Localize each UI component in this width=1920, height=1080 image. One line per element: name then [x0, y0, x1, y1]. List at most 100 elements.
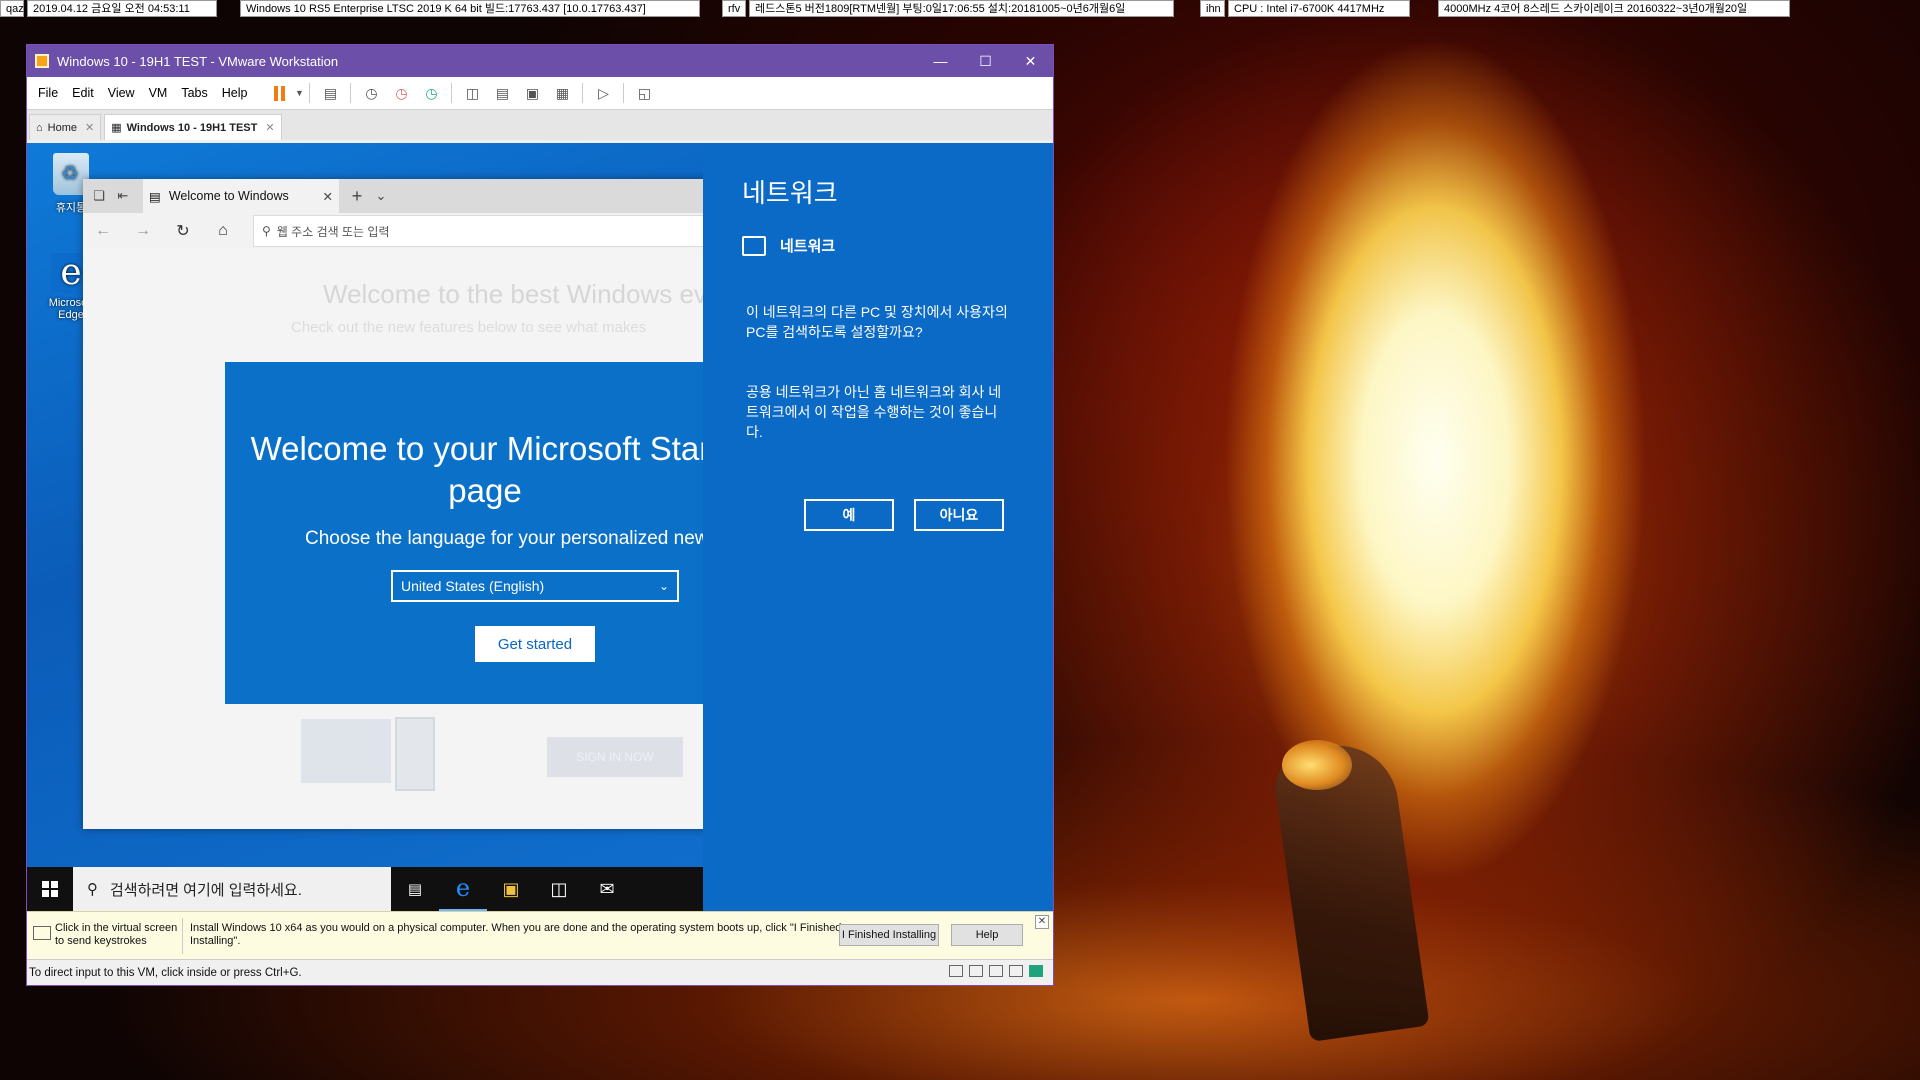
- hint-click-text: Click in the virtual screen to send keys…: [55, 922, 178, 947]
- task-view-icon[interactable]: ▤: [391, 867, 439, 911]
- tab-vm[interactable]: ▦ Windows 10 - 19H1 TEST ✕: [104, 114, 282, 140]
- vmware-window: Windows 10 - 19H1 TEST - VMware Workstat…: [27, 45, 1053, 985]
- welcome-title: Welcome to your Microsoft Start page: [250, 430, 720, 509]
- no-button[interactable]: 아니요: [914, 499, 1004, 531]
- menu-view[interactable]: View: [101, 86, 142, 100]
- tab-preview-chevron-icon[interactable]: ⌄: [369, 188, 393, 204]
- network-adapter-icon[interactable]: [969, 965, 983, 977]
- address-bar[interactable]: ⚲ 웹 주소 검색 또는 입력: [253, 215, 743, 247]
- vm-guest-screen[interactable]: 휴지통 e Microsoft Edge ❏ ⇤ ▤ Welcome to Wi…: [27, 143, 1053, 911]
- menu-edit[interactable]: Edit: [65, 86, 101, 100]
- edge-taskbar-icon[interactable]: e: [439, 867, 487, 911]
- file-explorer-icon[interactable]: ▣: [487, 867, 535, 911]
- tab-home-label: Home: [47, 121, 77, 134]
- menu-vm[interactable]: VM: [142, 86, 175, 100]
- hint-divider: [182, 918, 183, 954]
- install-info-readout: 레드스톤5 버전1809[RTM넨월] 부팅:0일17:06:55 설치:201…: [749, 0, 1174, 17]
- help-button[interactable]: Help: [951, 924, 1023, 946]
- set-aside-tabs-icon[interactable]: ❏: [87, 188, 111, 204]
- edge-tab-title: Welcome to Windows: [168, 189, 289, 203]
- network-panel-title: 네트워크: [742, 178, 838, 208]
- phone-illustration: [395, 717, 435, 791]
- home-icon[interactable]: ⌂: [203, 222, 243, 240]
- status-bar: To direct input to this VM, click inside…: [27, 959, 1053, 985]
- cpu-readout: CPU : Intel i7-6700K 4417MHz: [1228, 0, 1410, 17]
- power-dropdown-icon[interactable]: ▼: [294, 83, 304, 103]
- console-view-icon[interactable]: ▷: [593, 83, 613, 103]
- keyboard-icon: [33, 926, 51, 940]
- desktop-icon-label: 휴지통: [55, 202, 87, 214]
- close-hint-icon[interactable]: ✕: [1035, 915, 1049, 929]
- snapshot-icon[interactable]: ◷: [361, 83, 381, 103]
- home-icon: ⌂: [36, 121, 43, 134]
- taskbar-search-box[interactable]: ⚲ 검색하려면 여기에 입력하세요.: [73, 867, 391, 911]
- install-tag: rfv: [722, 0, 746, 17]
- sign-in-button[interactable]: SIGN IN NOW: [547, 737, 683, 777]
- unity-icon[interactable]: ▦: [552, 83, 572, 103]
- pause-icon[interactable]: [269, 83, 289, 103]
- candle-ember: [1282, 740, 1352, 790]
- menu-file[interactable]: File: [31, 86, 65, 100]
- show-library-icon[interactable]: ◫: [462, 83, 482, 103]
- welcome-dialog: Welcome to your Microsoft Start page Cho…: [225, 362, 743, 704]
- mail-icon[interactable]: ✉: [583, 867, 631, 911]
- ethernet-icon: [742, 235, 766, 256]
- printer-icon[interactable]: [989, 965, 1003, 977]
- hard-disk-icon[interactable]: [949, 965, 963, 977]
- tab-vm-close-icon[interactable]: ✕: [265, 121, 274, 134]
- edge-browser-window: ❏ ⇤ ▤ Welcome to Windows ✕ + ⌄ ← → ↻ ⌂ ⚲…: [83, 179, 743, 829]
- laptop-illustration: [301, 719, 391, 783]
- store-icon[interactable]: ◫: [535, 867, 583, 911]
- tabs-aside-icon[interactable]: ⇤: [111, 188, 135, 204]
- message-log-icon[interactable]: [1029, 965, 1043, 977]
- search-icon: ⚲: [262, 224, 271, 238]
- edge-page-content: Welcome to the best Windows ever Check o…: [83, 249, 743, 829]
- tab-home-close-icon[interactable]: ✕: [85, 121, 94, 134]
- chevron-down-icon: ⌄: [658, 579, 669, 593]
- menu-tabs[interactable]: Tabs: [174, 86, 214, 100]
- edge-tab-bar: ❏ ⇤ ▤ Welcome to Windows ✕ + ⌄: [83, 179, 743, 213]
- forward-icon[interactable]: →: [123, 222, 163, 240]
- install-hint-bar: Click in the virtual screen to send keys…: [27, 911, 1053, 960]
- tab-home[interactable]: ⌂ Home ✕: [29, 114, 102, 140]
- status-text: To direct input to this VM, click inside…: [29, 966, 302, 979]
- revert-snapshot-icon[interactable]: ◷: [391, 83, 411, 103]
- thumbnail-bar-icon[interactable]: ▤: [492, 83, 512, 103]
- back-icon[interactable]: ←: [83, 222, 123, 240]
- os-build-readout: Windows 10 RS5 Enterprise LTSC 2019 K 64…: [240, 0, 700, 17]
- discovery-question: 이 네트워크의 다른 PC 및 장치에서 사용자의 PC를 검색하도록 설정할까…: [746, 304, 1008, 340]
- minimize-button[interactable]: —: [918, 45, 963, 77]
- address-placeholder: 웹 주소 검색 또는 입력: [276, 224, 390, 239]
- sound-icon[interactable]: [1009, 965, 1023, 977]
- faded-subheading: Check out the new features below to see …: [291, 319, 647, 336]
- discovery-advice: 공용 네트워크가 아닌 홈 네트워크와 회사 네트워크에서 이 작업을 수행하는…: [746, 384, 1002, 440]
- taskbar-search-placeholder: 검색하려면 여기에 입력하세요.: [110, 881, 302, 899]
- stretch-guest-icon[interactable]: ◱: [634, 83, 654, 103]
- window-title: Windows 10 - 19H1 TEST - VMware Workstat…: [57, 53, 339, 69]
- vm-tab-strip: ⌂ Home ✕ ▦ Windows 10 - 19H1 TEST ✕: [27, 109, 1053, 140]
- search-icon: ⚲: [87, 881, 98, 898]
- yes-button[interactable]: 예: [804, 499, 894, 531]
- language-select[interactable]: United States (English) ⌄: [391, 570, 679, 602]
- edge-tab-close-icon[interactable]: ✕: [323, 189, 333, 204]
- close-button[interactable]: ✕: [1008, 45, 1053, 77]
- finished-installing-button[interactable]: I Finished Installing: [839, 924, 939, 946]
- hint-install-text: Install Windows 10 x64 as you would on a…: [190, 922, 842, 947]
- new-tab-icon[interactable]: +: [345, 186, 369, 207]
- get-started-button[interactable]: Get started: [475, 626, 595, 662]
- snapshot-manager-icon[interactable]: ◷: [421, 83, 441, 103]
- vmware-titlebar[interactable]: Windows 10 - 19H1 TEST - VMware Workstat…: [27, 45, 1053, 77]
- tab-vm-label: Windows 10 - 19H1 TEST: [126, 121, 258, 134]
- maximize-button[interactable]: ☐: [963, 45, 1008, 77]
- language-selected: United States (English): [401, 578, 545, 594]
- edge-tab[interactable]: ▤ Welcome to Windows ✕: [143, 179, 339, 213]
- welcome-subtitle: Choose the language for your personalize…: [305, 528, 718, 549]
- menu-help[interactable]: Help: [215, 86, 255, 100]
- refresh-icon[interactable]: ↻: [163, 221, 203, 241]
- page-icon: ▤: [149, 189, 161, 204]
- send-ctrl-alt-del-icon[interactable]: ▤: [320, 83, 340, 103]
- start-button[interactable]: [27, 867, 73, 911]
- full-screen-icon[interactable]: ▣: [522, 83, 542, 103]
- cpu-tag: ihn: [1200, 0, 1225, 17]
- cpu-detail-readout: 4000MHz 4코어 8스레드 스카이레이크 20160322~3년0개월20…: [1438, 0, 1790, 17]
